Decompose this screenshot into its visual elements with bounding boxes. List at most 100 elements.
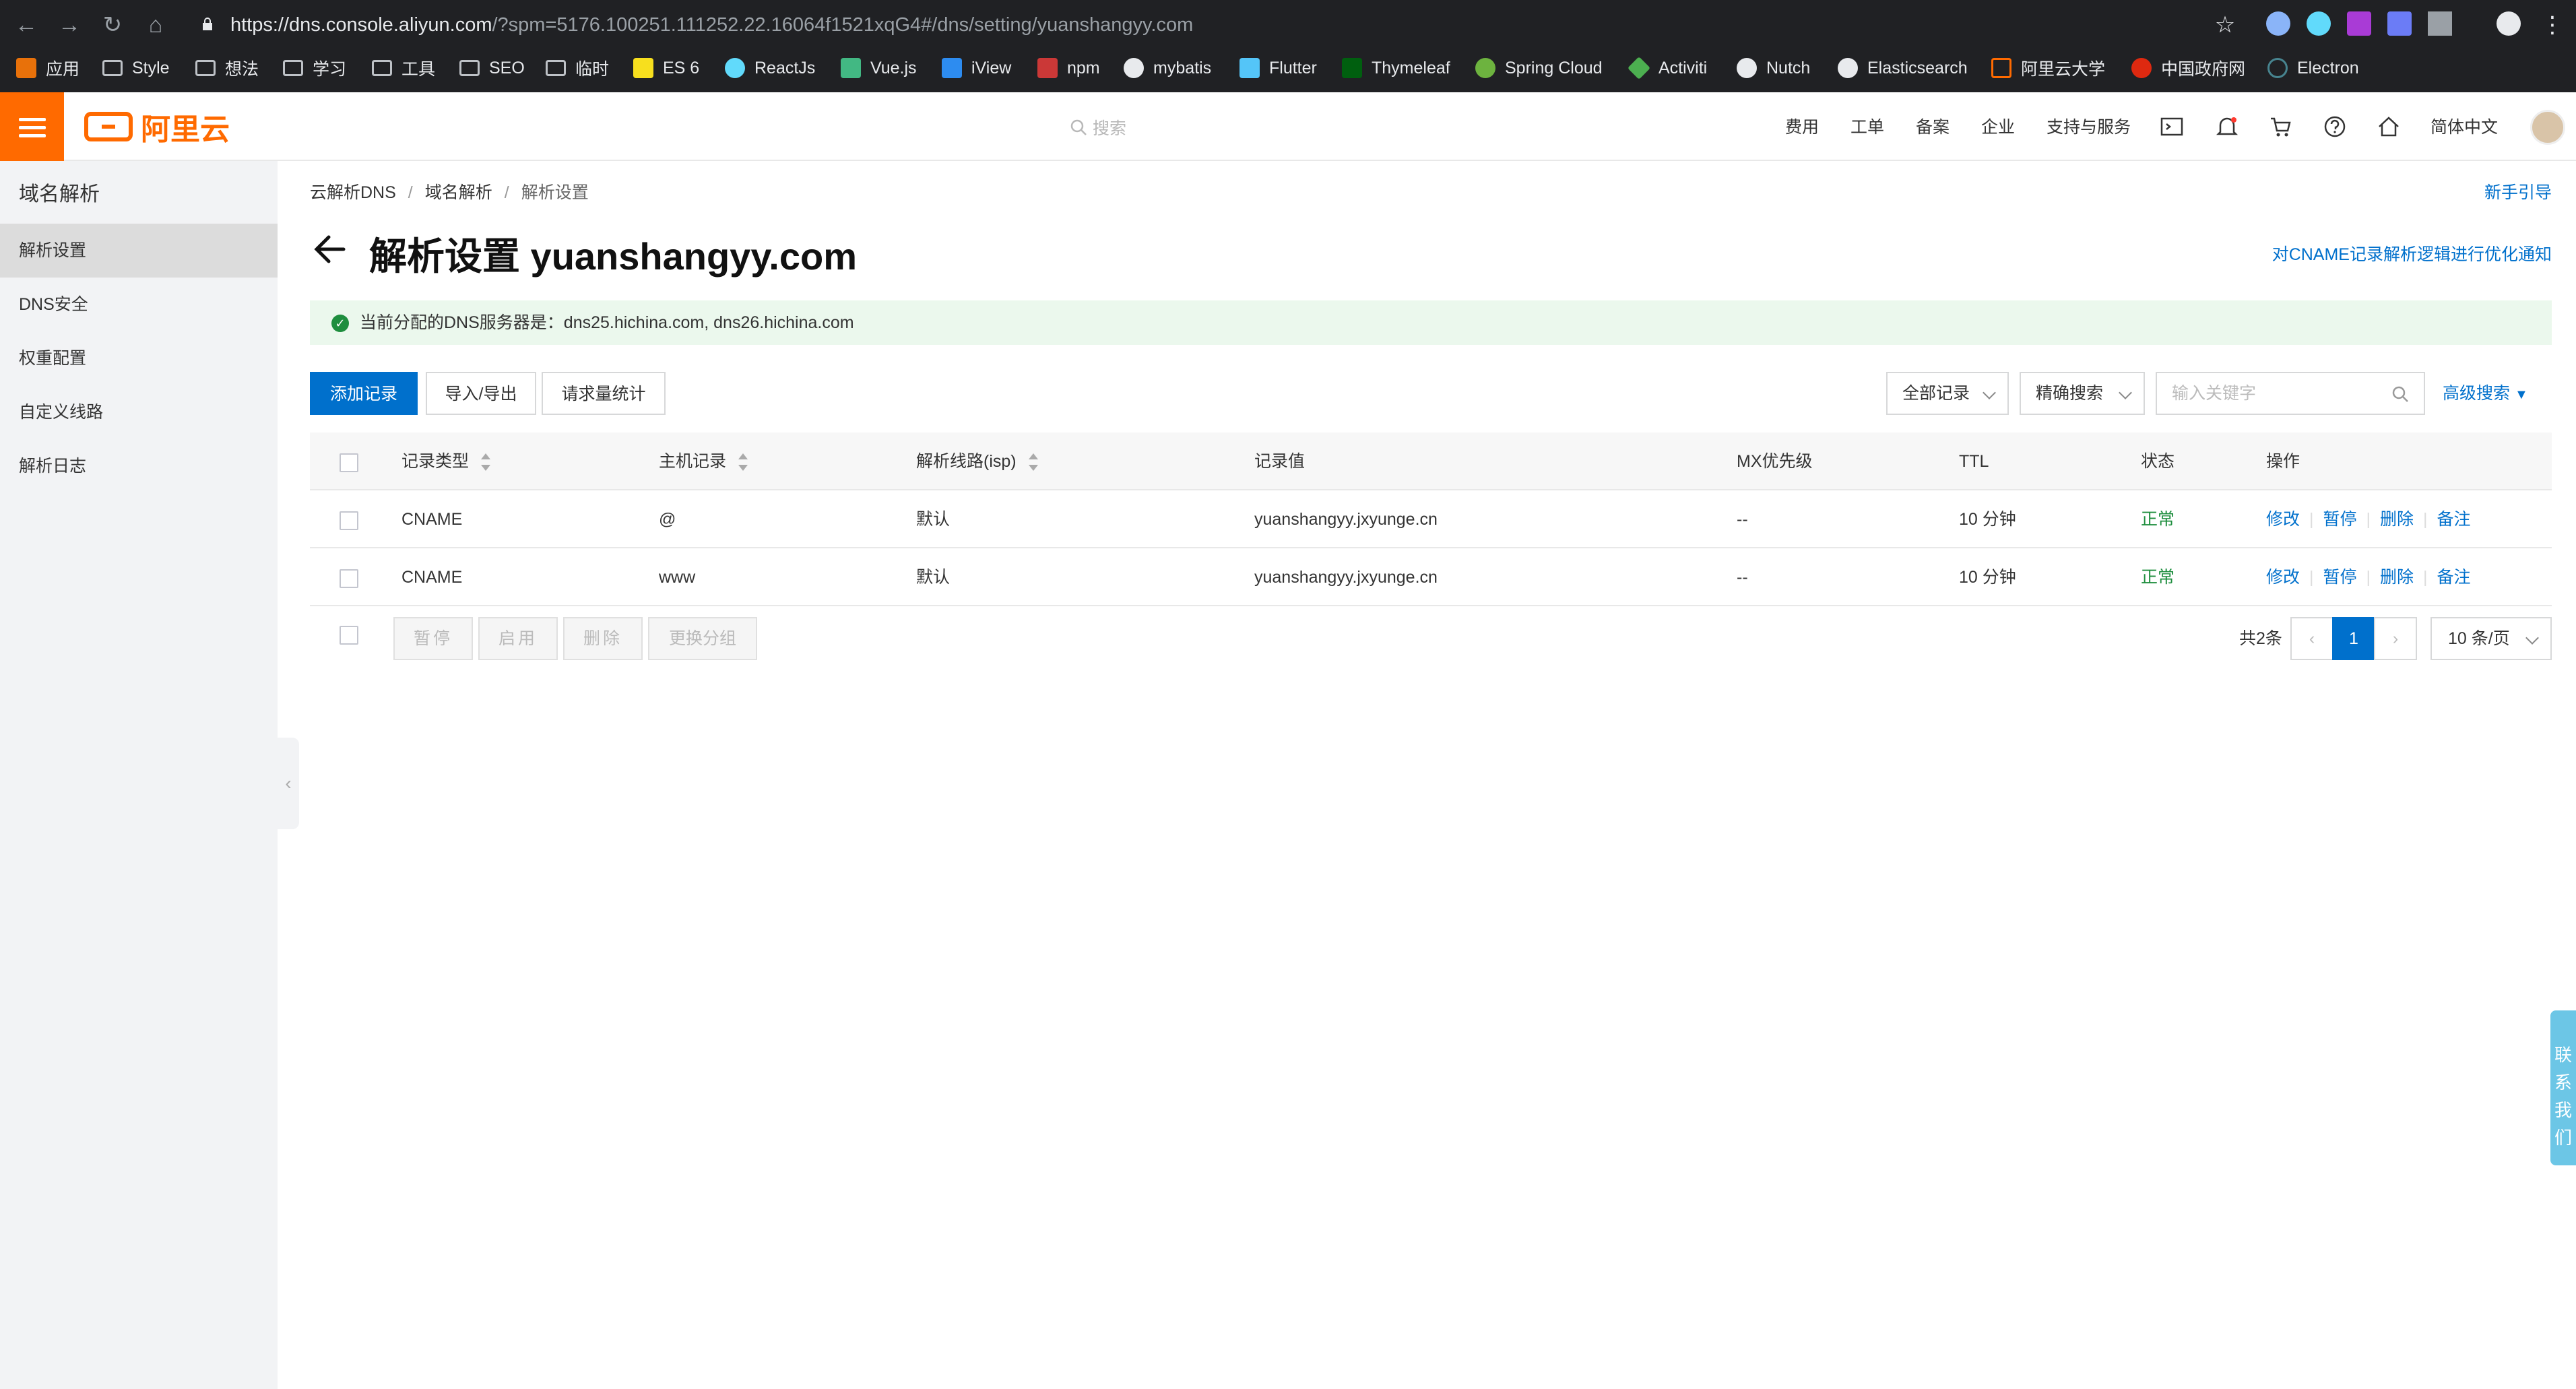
bookmark-mybatis[interactable]: mybatis <box>1124 49 1211 87</box>
breadcrumb-item[interactable]: 云解析DNS <box>310 183 396 202</box>
contact-us-tab[interactable]: 联系我们 <box>2550 1010 2576 1165</box>
row-checkbox[interactable] <box>340 569 358 588</box>
profile-icon[interactable] <box>2497 11 2521 36</box>
extension-icon[interactable] <box>2266 11 2290 36</box>
request-stats-button[interactable]: 请求量统计 <box>542 372 666 415</box>
batch-change-group-button[interactable]: 更换分组 <box>648 617 757 660</box>
bookmark-star-icon[interactable]: ☆ <box>2210 9 2241 40</box>
edit-link[interactable]: 修改 <box>2266 510 2300 529</box>
beginner-guide-link[interactable]: 新手引导 <box>2484 179 2552 203</box>
back-arrow-icon[interactable] <box>310 229 350 269</box>
bookmark-folder[interactable]: SEO <box>459 49 525 87</box>
remark-link[interactable]: 备注 <box>2437 568 2471 587</box>
menu-icon[interactable]: ⋮ <box>2537 9 2568 40</box>
record-filter-select[interactable]: 全部记录 <box>1886 372 2009 415</box>
avatar[interactable] <box>2530 110 2565 145</box>
page-size-select[interactable]: 10 条/页 <box>2430 617 2552 660</box>
terminal-icon[interactable] <box>2160 115 2184 139</box>
add-record-button[interactable]: 添加记录 <box>310 372 418 415</box>
bookmark-aliyun-university[interactable]: 阿里云大学 <box>1991 49 2105 87</box>
edit-link[interactable]: 修改 <box>2266 568 2300 587</box>
nav-billing[interactable]: 费用 <box>1785 114 1819 141</box>
bookmark-iview[interactable]: iView <box>942 49 1011 87</box>
forward-icon[interactable]: → <box>54 9 85 40</box>
cname-notice-link[interactable]: 对CNAME记录解析逻辑进行优化通知 <box>2272 241 2552 265</box>
delete-link[interactable]: 删除 <box>2380 510 2414 529</box>
nav-support[interactable]: 支持与服务 <box>2047 114 2131 141</box>
aliyun-logo[interactable]: 阿里云 <box>84 108 230 146</box>
extension-icon[interactable] <box>2347 11 2371 36</box>
reload-icon[interactable]: ↻ <box>97 9 128 40</box>
bookmark-elasticsearch[interactable]: Elasticsearch <box>1838 49 1968 87</box>
remark-link[interactable]: 备注 <box>2437 510 2471 529</box>
cart-icon[interactable] <box>2269 115 2293 139</box>
sidebar-item-dns-log[interactable]: 解析日志 <box>0 439 278 493</box>
prev-page-icon[interactable]: ‹ <box>2290 617 2333 660</box>
import-export-button[interactable]: 导入/导出 <box>426 372 536 415</box>
search-mode-select[interactable]: 精确搜索 <box>2020 372 2145 415</box>
bookmark-reactjs[interactable]: ReactJs <box>725 49 815 87</box>
home-icon[interactable] <box>2377 115 2401 139</box>
next-page-icon[interactable]: › <box>2374 617 2417 660</box>
select-all-checkbox[interactable] <box>340 453 358 472</box>
bookmark-vuejs[interactable]: Vue.js <box>841 49 917 87</box>
sort-icon[interactable] <box>1028 453 1038 472</box>
bookmark-thymeleaf[interactable]: Thymeleaf <box>1342 49 1450 87</box>
language-switch[interactable]: 简体中文 <box>2430 114 2498 141</box>
sidebar-item-weight-config[interactable]: 权重配置 <box>0 331 278 385</box>
bookmark-npm[interactable]: npm <box>1037 49 1100 87</box>
sidebar-item-dns-settings[interactable]: 解析设置 <box>0 224 278 278</box>
delete-link[interactable]: 删除 <box>2380 568 2414 587</box>
extension-icon[interactable] <box>2387 11 2412 36</box>
global-search[interactable]: 搜索 <box>1070 114 1126 141</box>
bookmark-folder[interactable]: 临时 <box>546 49 609 87</box>
help-icon[interactable] <box>2323 115 2347 139</box>
row-checkbox[interactable] <box>340 511 358 530</box>
keyword-search-input[interactable]: 输入关键字 <box>2156 372 2425 415</box>
bookmark-folder[interactable]: Style <box>102 49 170 87</box>
record-mx: -- <box>1737 510 1748 529</box>
breadcrumb-item[interactable]: 域名解析 <box>425 183 492 202</box>
home-icon[interactable]: ⌂ <box>140 9 171 40</box>
table-row: CNAME @ 默认 yuanshangyy.jxyunge.cn -- 10 … <box>310 490 2552 548</box>
batch-select-checkbox[interactable] <box>340 626 358 645</box>
bookmark-activiti[interactable]: Activiti <box>1628 49 1707 87</box>
sort-icon[interactable] <box>481 453 491 472</box>
page-number[interactable]: 1 <box>2332 617 2375 660</box>
pause-link[interactable]: 暂停 <box>2323 568 2357 587</box>
sidebar-item-custom-line[interactable]: 自定义线路 <box>0 385 278 439</box>
sort-icon[interactable] <box>738 453 748 472</box>
pause-link[interactable]: 暂停 <box>2323 510 2357 529</box>
sidebar-item-dns-security[interactable]: DNS安全 <box>0 278 278 331</box>
bookmark-electron[interactable]: Electron <box>2267 49 2359 87</box>
bookmark-gov[interactable]: 中国政府网 <box>2131 49 2245 87</box>
bookmark-spring-cloud[interactable]: Spring Cloud <box>1475 49 1603 87</box>
col-header-line[interactable]: 解析线路(isp) <box>916 432 1038 490</box>
col-header-type[interactable]: 记录类型 <box>401 432 491 490</box>
bookmark-nutch[interactable]: Nutch <box>1737 49 1810 87</box>
nav-tickets[interactable]: 工单 <box>1850 114 1884 141</box>
bookmark-flutter[interactable]: Flutter <box>1239 49 1317 87</box>
bell-icon[interactable] <box>2215 115 2239 139</box>
url-path: /?spm=5176.100251.111252.22.16064f1521xq… <box>492 14 1194 36</box>
bookmark-folder[interactable]: 想法 <box>195 49 259 87</box>
react-devtools-icon[interactable] <box>2307 11 2331 36</box>
folder-icon <box>372 60 392 76</box>
nav-icp[interactable]: 备案 <box>1916 114 1950 141</box>
vue-devtools-icon[interactable] <box>2428 11 2452 36</box>
menu-toggle-icon[interactable] <box>0 92 64 161</box>
col-header-host[interactable]: 主机记录 <box>659 432 748 490</box>
nav-enterprise[interactable]: 企业 <box>1981 114 2015 141</box>
search-icon[interactable] <box>2391 385 2409 403</box>
advanced-search-toggle[interactable]: 高级搜索 ▼ <box>2443 372 2528 415</box>
batch-delete-button[interactable]: 删除 <box>563 617 643 660</box>
bookmark-apps[interactable]: 应用 <box>16 49 79 87</box>
address-bar[interactable]: https://dns.console.aliyun.com/?spm=5176… <box>182 5 2257 44</box>
batch-enable-button[interactable]: 启用 <box>478 617 558 660</box>
bookmark-folder[interactable]: 工具 <box>372 49 435 87</box>
bookmark-es6[interactable]: ES 6 <box>633 49 699 87</box>
back-icon[interactable]: ← <box>11 9 42 40</box>
sidebar-collapse-icon[interactable]: ‹ <box>278 738 299 829</box>
batch-pause-button[interactable]: 暂停 <box>393 617 473 660</box>
bookmark-folder[interactable]: 学习 <box>283 49 346 87</box>
